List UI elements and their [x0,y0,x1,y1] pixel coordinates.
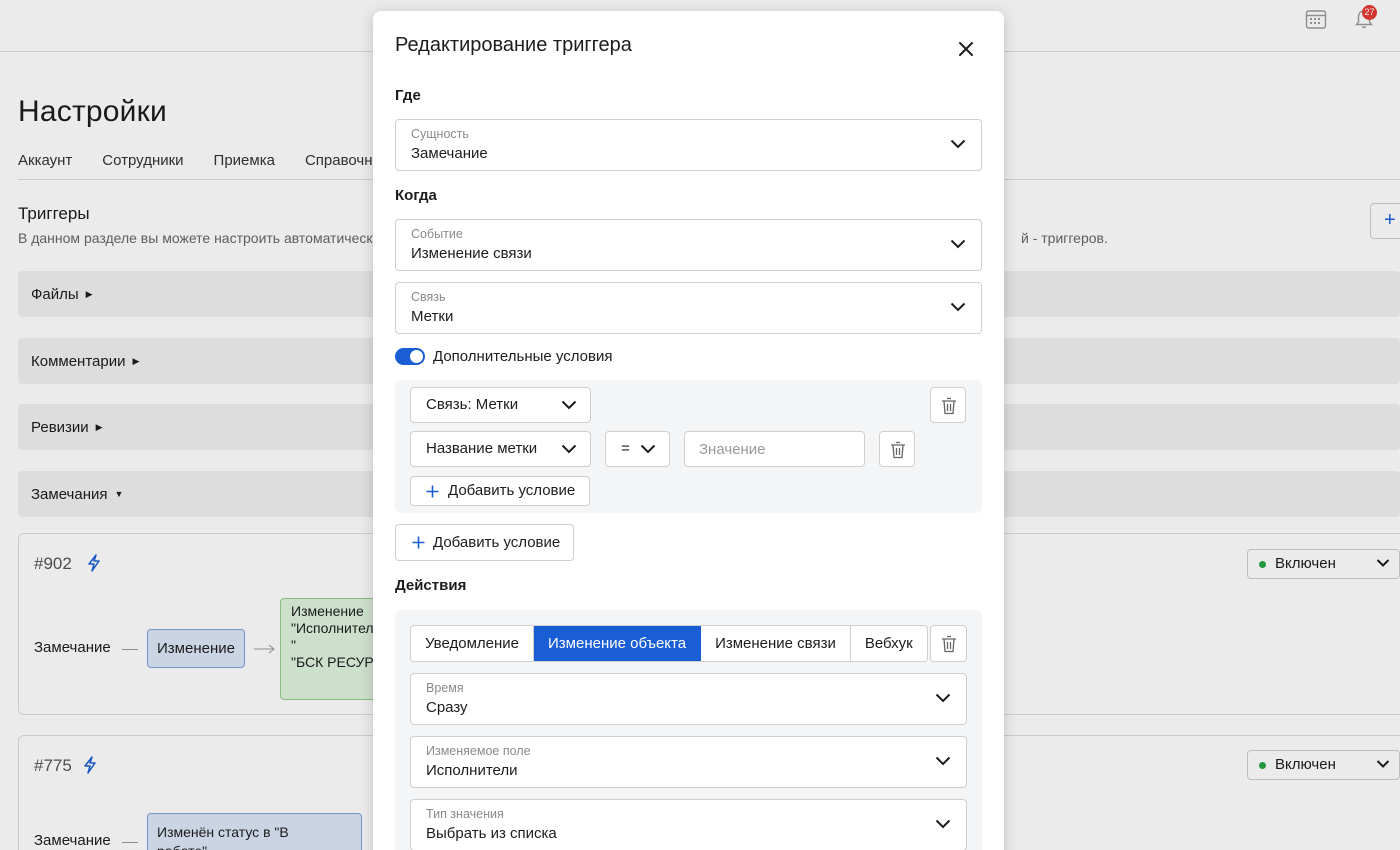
value-type-caption: Тип значения [426,807,504,821]
extra-conditions-label: Дополнительные условия [433,348,613,365]
tab-notification[interactable]: Уведомление [411,626,535,661]
changed-field-caption: Изменяемое поле [426,744,531,758]
actions-label: Действия [395,577,467,594]
entity-value: Замечание [411,145,488,162]
add-inner-condition-label: Добавить условие [448,482,576,499]
add-condition-label: Добавить условие [433,534,561,551]
plus-icon [426,485,439,498]
time-select[interactable]: Время Сразу [410,673,967,725]
trash-icon [891,441,905,459]
actions-group: Уведомление Изменение объекта Изменение … [395,610,982,850]
entity-caption: Сущность [411,127,469,141]
plus-icon [412,536,425,549]
action-type-tabs: Уведомление Изменение объекта Изменение … [410,625,928,662]
trash-icon [942,397,956,415]
toggle-knob [410,350,423,363]
label-field-select[interactable]: Название метки [410,431,591,467]
tab-link-change[interactable]: Изменение связи [701,626,851,661]
chevron-down-icon [561,444,577,454]
chevron-down-icon [950,239,966,249]
time-caption: Время [426,681,464,695]
modal-title: Редактирование триггера [395,34,632,56]
event-select[interactable]: Событие Изменение связи [395,219,982,271]
chevron-down-icon [935,693,951,703]
delete-action-button[interactable] [930,625,967,662]
changed-field-value: Исполнители [426,762,518,779]
chevron-down-icon [950,302,966,312]
time-value: Сразу [426,699,468,716]
close-icon[interactable] [956,39,976,59]
label-field-select-value: Название метки [426,440,538,457]
tab-object-change[interactable]: Изменение объекта [534,626,702,661]
operator-select[interactable]: = [605,431,670,467]
chevron-down-icon [950,139,966,149]
chevron-down-icon [935,819,951,829]
relation-select-value: Связь: Метки [426,396,519,413]
trash-icon [942,635,956,653]
value-type-value: Выбрать из списка [426,825,557,842]
operator-select-value: = [621,440,630,457]
chevron-down-icon [561,400,577,410]
delete-condition-button[interactable] [879,431,915,467]
entity-select[interactable]: Сущность Замечание [395,119,982,171]
link-value: Метки [411,308,454,325]
condition-value-input[interactable] [684,431,865,467]
chevron-down-icon [640,444,656,454]
chevron-down-icon [935,756,951,766]
relation-select[interactable]: Связь: Метки [410,387,591,423]
edit-trigger-modal: Редактирование триггера Где Сущность Зам… [373,11,1004,850]
add-inner-condition-button[interactable]: Добавить условие [410,476,591,506]
add-condition-button[interactable]: Добавить условие [395,524,575,561]
extra-conditions-toggle[interactable] [395,348,425,365]
link-select[interactable]: Связь Метки [395,282,982,334]
value-type-select[interactable]: Тип значения Выбрать из списка [410,799,967,850]
delete-condition-group-button[interactable] [930,387,966,423]
when-label: Когда [395,187,437,204]
event-value: Изменение связи [411,245,532,262]
conditions-group: Связь: Метки Название метки = Добавить у… [395,380,982,513]
link-caption: Связь [411,290,446,304]
event-caption: Событие [411,227,463,241]
tab-webhook[interactable]: Вебхук [851,626,927,661]
where-label: Где [395,87,421,104]
changed-field-select[interactable]: Изменяемое поле Исполнители [410,736,967,788]
